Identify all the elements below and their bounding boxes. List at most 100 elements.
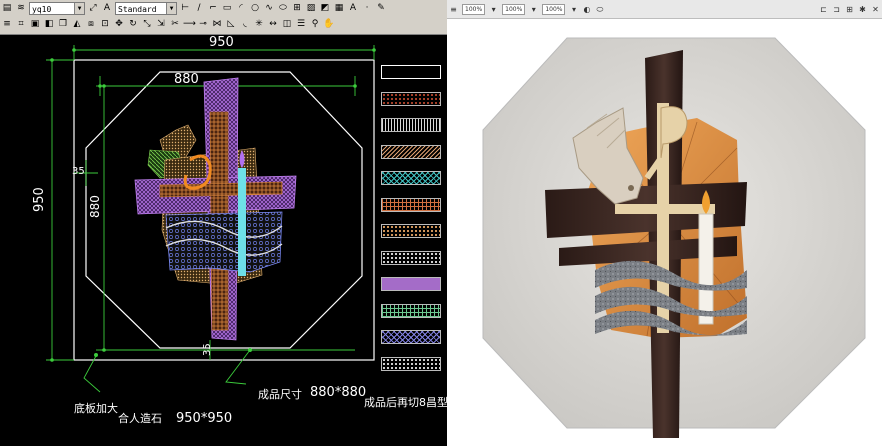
linetype-icon[interactable]: ≋ [15, 2, 27, 14]
grid-icon[interactable]: ⊞ [845, 5, 854, 14]
legend-swatch-zigzag[interactable] [381, 171, 441, 185]
cad-toolbar-row-2: ≡ ⌗ ▣ ◧ ❐ ◭ ⧈ ⊡ ✥ ↻ ⤡ ⇲ ✂ ⟶ ⊸ ⋈ ◺ ◟ ✳ ↔ … [0, 16, 447, 32]
text-style-select[interactable]: Standard ▼ [115, 1, 177, 15]
legend-swatch-crosshatch[interactable] [381, 330, 441, 344]
match-properties-icon[interactable]: ⤢ [87, 2, 99, 14]
fillet-icon[interactable]: ◟ [239, 18, 251, 30]
render-canvas[interactable] [447, 18, 882, 446]
legend-swatch-blank[interactable] [381, 65, 441, 79]
move-icon[interactable]: ✥ [113, 18, 125, 30]
note-base-label: 底板加大 [74, 402, 118, 415]
explode-icon[interactable]: ✳ [253, 18, 265, 30]
trim-icon[interactable]: ✂ [169, 18, 181, 30]
candle [698, 213, 714, 325]
align-center-icon[interactable]: ⊐ [832, 5, 841, 14]
cad-candle [238, 168, 246, 276]
view-icon[interactable]: ◐ [582, 5, 591, 14]
ellipse-tool-icon[interactable]: ⬭ [595, 5, 604, 14]
text-style-icon[interactable]: A [101, 2, 113, 14]
legend-swatch-brick[interactable] [381, 303, 441, 318]
cad-inner-cross-bar [159, 181, 283, 198]
star-icon[interactable]: ✱ [858, 5, 867, 14]
close-icon[interactable]: ✕ [871, 5, 880, 14]
array-icon[interactable]: ⊡ [99, 18, 111, 30]
cad-drawing-canvas[interactable] [0, 34, 447, 446]
align-left-icon[interactable]: ⊏ [819, 5, 828, 14]
render-window: ≡ 100% ▾ 100% ▾ 100% ▾ ◐ ⬭ ⊏ ⊐ ⊞ ✱ ✕ [447, 0, 882, 446]
line-icon[interactable]: / [193, 2, 205, 14]
cad-toolbar: ▤ ≋ yq10 ▼ ⤢ A Standard ▼ ⊢ / ⌐ ▭ ◜ ○ ∿ ⬭ … [0, 0, 447, 35]
circle-icon[interactable]: ○ [249, 2, 261, 14]
dim-corner-offset: 35 [72, 166, 85, 177]
legend-swatch-circles[interactable] [381, 250, 441, 265]
dist-icon[interactable]: ↔ [267, 18, 279, 30]
zoom-icon[interactable]: ⚲ [309, 18, 321, 30]
color-icon[interactable]: ▤ [1, 2, 13, 14]
note-base-size: 950*950 [176, 411, 233, 426]
layer-select[interactable]: yq10 ▼ [29, 1, 85, 15]
dimension-style-icon[interactable]: ⊢ [179, 2, 191, 14]
block-icon[interactable]: ⊞ [291, 2, 303, 14]
legend-swatch-dots[interactable] [381, 91, 441, 106]
chevron-down-icon[interactable]: ▾ [569, 5, 578, 14]
table-icon[interactable]: ▦ [333, 2, 345, 14]
break-icon[interactable]: ⊸ [197, 18, 209, 30]
erase-icon[interactable]: ✎ [375, 2, 387, 14]
dim-inner-width: 880 [174, 72, 199, 87]
note-cut: 成品后再切8昌型 [364, 396, 447, 409]
dim-outer-height: 950 [32, 187, 47, 212]
inner-cross-horizontal [615, 204, 715, 214]
render-toolbar: ≡ 100% ▾ 100% ▾ 100% ▾ ◐ ⬭ ⊏ ⊐ ⊞ ✱ ✕ [447, 0, 882, 19]
chevron-down-icon[interactable]: ▾ [529, 5, 538, 14]
menu-icon[interactable]: ≡ [449, 5, 458, 14]
dim-inner-height: 880 [88, 195, 102, 218]
zoom-field-2[interactable]: 100% [502, 3, 526, 15]
leader-lines [83, 349, 251, 393]
layers-icon[interactable]: ◧ [43, 18, 55, 30]
zoom-extents-icon[interactable]: ⌗ [15, 18, 27, 30]
legend-swatch-grid[interactable] [381, 197, 441, 212]
arc-icon[interactable]: ◜ [235, 2, 247, 14]
legend-swatch-solid[interactable] [381, 277, 441, 291]
point-icon[interactable]: · [361, 2, 373, 14]
dim-outer-width: 950 [209, 35, 234, 50]
ellipse-icon[interactable]: ⬭ [277, 2, 289, 14]
zoom-field-1[interactable]: 100% [462, 3, 486, 15]
chamfer-icon[interactable]: ◺ [225, 18, 237, 30]
join-icon[interactable]: ⋈ [211, 18, 223, 30]
legend-swatch-hex[interactable] [381, 224, 441, 238]
rotate-icon[interactable]: ↻ [127, 18, 139, 30]
chevron-down-icon: ▼ [74, 2, 84, 14]
legend-swatch-lines[interactable] [381, 144, 441, 159]
legend-swatch-speckle[interactable] [381, 356, 441, 371]
note-base-material: 合人造石 [118, 412, 162, 425]
legend-swatch-vertical-hatch[interactable] [381, 118, 441, 132]
area-icon[interactable]: ◫ [281, 18, 293, 30]
pan-icon[interactable]: ✋ [323, 18, 335, 30]
chevron-down-icon[interactable]: ▾ [489, 5, 498, 14]
polyline-icon[interactable]: ⌐ [207, 2, 219, 14]
rectangle-icon[interactable]: ▭ [221, 2, 233, 14]
copy-icon[interactable]: ❐ [57, 18, 69, 30]
offset-icon[interactable]: ⧈ [85, 18, 97, 30]
cad-window: ▤ ≋ yq10 ▼ ⤢ A Standard ▼ ⊢ / ⌐ ▭ ◜ ○ ∿ ⬭ … [0, 0, 447, 446]
cad-toolbar-row-1: ▤ ≋ yq10 ▼ ⤢ A Standard ▼ ⊢ / ⌐ ▭ ◜ ○ ∿ ⬭ … [0, 0, 447, 16]
scale-icon[interactable]: ⤡ [141, 18, 153, 30]
chevron-down-icon: ▼ [166, 2, 176, 14]
note-finished-label: 成品尺寸 [258, 388, 302, 401]
stretch-icon[interactable]: ⇲ [155, 18, 167, 30]
list-icon[interactable]: ☰ [295, 18, 307, 30]
cad-artwork [134, 77, 297, 341]
text-style-select-value: Standard [118, 4, 157, 14]
mtext-icon[interactable]: A [347, 2, 359, 14]
region-icon[interactable]: ◩ [319, 2, 331, 14]
dim-bottom-offset: 35 [202, 343, 213, 356]
spline-icon[interactable]: ∿ [263, 2, 275, 14]
mirror-icon[interactable]: ◭ [71, 18, 83, 30]
properties-icon[interactable]: ▣ [29, 18, 41, 30]
cad-water [165, 211, 283, 273]
lineweight-icon[interactable]: ≡ [1, 18, 13, 30]
zoom-field-3[interactable]: 100% [542, 3, 566, 15]
hatch-icon[interactable]: ▨ [305, 2, 317, 14]
extend-icon[interactable]: ⟶ [183, 18, 196, 30]
